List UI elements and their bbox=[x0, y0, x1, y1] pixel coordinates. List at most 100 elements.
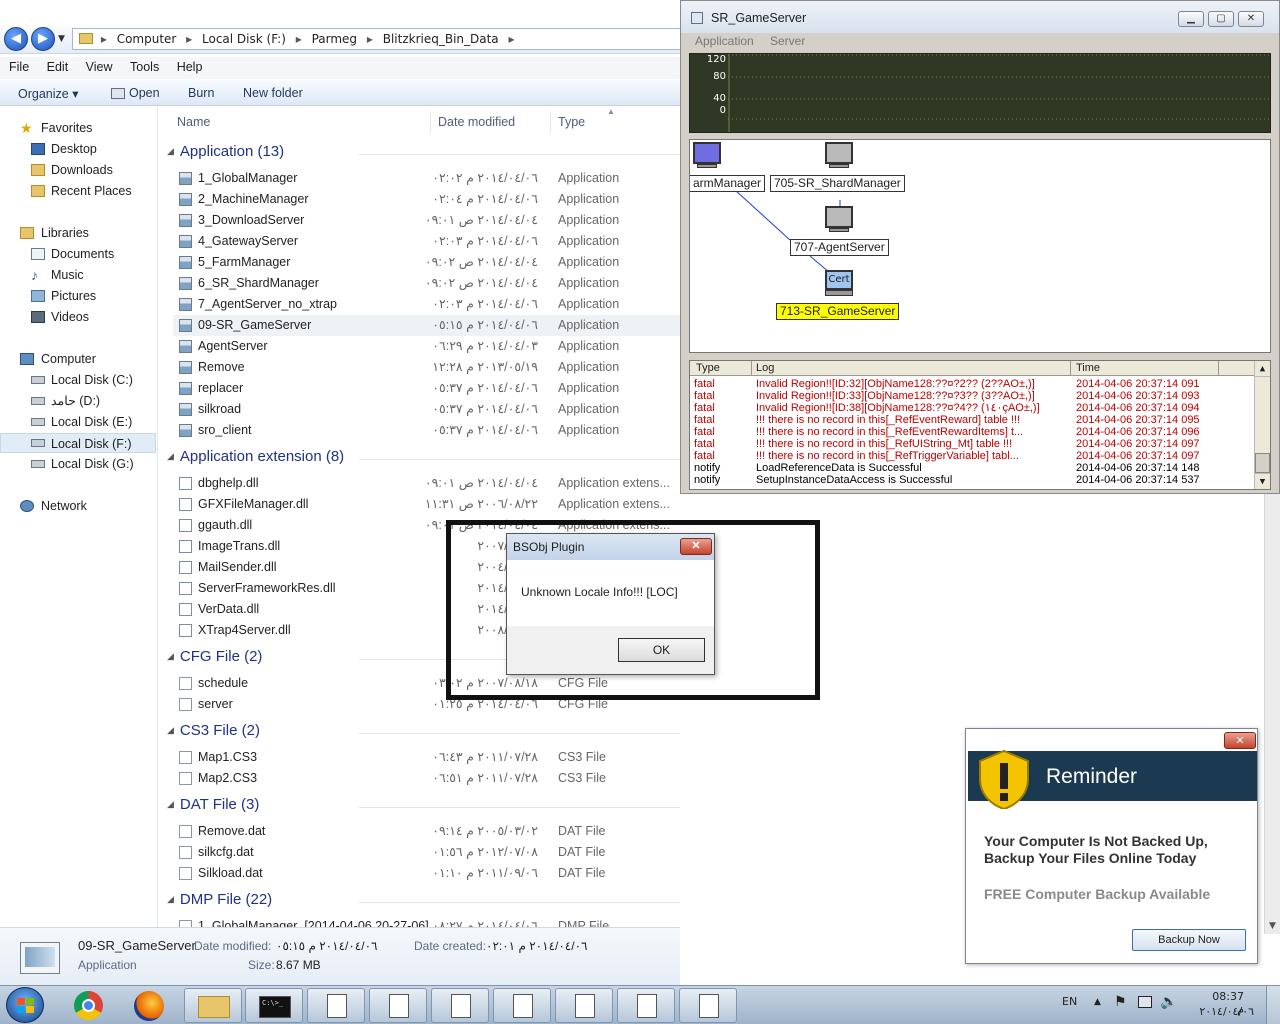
menu-view[interactable]: View bbox=[77, 57, 118, 74]
nav-desktop[interactable]: Desktop bbox=[0, 139, 156, 159]
group-header-app[interactable]: ◢ Application (13) bbox=[167, 143, 284, 163]
open-button[interactable]: Open bbox=[129, 86, 160, 100]
firefox-icon[interactable] bbox=[134, 991, 164, 1021]
nav-disk-c[interactable]: Local Disk (C:) bbox=[0, 370, 156, 390]
nav-downloads[interactable]: Downloads bbox=[0, 160, 156, 180]
file-row[interactable]: GFXFileManager.dll ٢٠٠٦/٠٨/٢٢ ص ١١:٣١ Ap… bbox=[173, 494, 680, 515]
taskbar-server-2[interactable] bbox=[369, 988, 427, 1023]
menu-help[interactable]: Help bbox=[168, 57, 208, 74]
node-farm-manager[interactable]: armManager bbox=[690, 175, 766, 192]
maximize-button[interactable]: ▢ bbox=[1208, 11, 1234, 27]
network-tray-icon[interactable] bbox=[1138, 996, 1152, 1008]
node-shard-manager[interactable]: 705-SR_ShardManager bbox=[770, 175, 905, 192]
start-button[interactable] bbox=[6, 987, 44, 1023]
column-type[interactable]: Type bbox=[558, 115, 585, 129]
show-hidden-icons-icon[interactable]: ▲ bbox=[1094, 997, 1101, 1007]
nav-music[interactable]: ♪ Music bbox=[0, 265, 156, 285]
taskbar-server-5[interactable] bbox=[555, 988, 613, 1023]
log-row[interactable]: notify SetupInstanceDataAccess is Succes… bbox=[690, 474, 1254, 486]
file-row[interactable]: silkroad ٢٠١٤/٠٤/٠٦ م ٠٥:٣٧ Application bbox=[173, 399, 680, 420]
gameserver-titlebar[interactable]: SR_GameServer ▁ ▢ ✕ bbox=[681, 1, 1279, 33]
file-row[interactable]: replacer ٢٠١٤/٠٤/٠٦ م ٠٥:٣٧ Application bbox=[173, 378, 680, 399]
nav-favorites[interactable]: ★ Favorites bbox=[0, 118, 156, 138]
log-row[interactable]: fatal Invalid Region!![ID:32][ObjName128… bbox=[690, 378, 1254, 390]
file-row[interactable]: dbghelp.dll ٢٠١٤/٠٤/٠٤ ص ٠٩:٠١ Applicati… bbox=[173, 473, 680, 494]
collapse-triangle-icon[interactable]: ◢ bbox=[167, 894, 174, 904]
nav-videos[interactable]: Videos bbox=[0, 307, 156, 327]
file-row[interactable]: 1_GlobalManager ٢٠١٤/٠٤/٠٦ م ٠٢:٠٢ Appli… bbox=[173, 168, 680, 189]
scroll-down-icon[interactable]: ▼ bbox=[1265, 918, 1280, 934]
scroll-down-icon[interactable]: ▼ bbox=[1255, 473, 1270, 489]
organize-button[interactable]: Organize ▾ bbox=[18, 86, 78, 101]
nav-computer[interactable]: Computer bbox=[0, 349, 156, 369]
group-header-appext[interactable]: ◢ Application extension (8) bbox=[167, 448, 344, 468]
nav-documents[interactable]: Documents bbox=[0, 244, 156, 264]
language-indicator[interactable]: EN bbox=[1062, 995, 1077, 1008]
log-col-time[interactable]: Time bbox=[1076, 362, 1100, 374]
column-date-modified[interactable]: Date modified bbox=[438, 115, 515, 129]
explorer-scrollbar[interactable]: ▼ bbox=[1264, 494, 1280, 934]
file-row[interactable]: Remove ٢٠١٣/٠٥/١٩ م ١٢:٢٨ Application bbox=[173, 357, 680, 378]
group-header-cs3[interactable]: ◢ CS3 File (2) bbox=[167, 722, 260, 742]
file-row[interactable]: silkcfg.dat ٢٠١٢/٠٧/٠٨ م ٠١:٥٦ DAT File … bbox=[173, 842, 680, 863]
log-row[interactable]: fatal Invalid Region!![ID:33][ObjName128… bbox=[690, 390, 1254, 402]
nav-disk-d[interactable]: حامد (D:) bbox=[0, 391, 156, 411]
scroll-up-icon[interactable]: ▲ bbox=[1255, 361, 1270, 377]
cert-server-pc-icon[interactable]: Cert bbox=[825, 270, 855, 300]
log-row[interactable]: fatal !!! there is no record in this[_Re… bbox=[690, 414, 1254, 426]
dialog-close-button[interactable]: ✕ bbox=[680, 538, 712, 555]
column-name[interactable]: Name bbox=[177, 115, 210, 129]
taskbar-explorer[interactable] bbox=[184, 988, 242, 1023]
chrome-icon[interactable] bbox=[74, 991, 103, 1020]
clock-date[interactable]: ٢٠١٤/٠٤/٠٦ bbox=[1194, 1005, 1254, 1018]
nav-pictures[interactable]: Pictures bbox=[0, 286, 156, 306]
log-col-log[interactable]: Log bbox=[756, 362, 774, 374]
close-button[interactable]: ✕ bbox=[1238, 11, 1264, 27]
taskbar-cmd[interactable]: C:\>_ bbox=[245, 988, 303, 1023]
file-row[interactable]: Map1.CS3 ٢٠١١/٠٧/٢٨ م ٠٦:٤٣ CS3 File 13 … bbox=[173, 747, 680, 768]
file-row[interactable]: Silkload.dat ٢٠١١/٠٩/٠٦ م ٠١:١٠ DAT File… bbox=[173, 863, 680, 884]
taskbar-server-4[interactable] bbox=[493, 988, 551, 1023]
taskbar-server-6[interactable] bbox=[617, 988, 675, 1023]
new-folder-button[interactable]: New folder bbox=[243, 86, 303, 100]
agent-server-pc-icon[interactable] bbox=[825, 206, 855, 236]
group-header-dmp[interactable]: ◢ DMP File (22) bbox=[167, 891, 272, 911]
recent-pages-chevron-icon[interactable]: ▼ bbox=[58, 34, 65, 44]
file-row[interactable]: Remove.dat ٢٠٠٥/٠٣/٠٢ م ٠٩:١٤ DAT File 1… bbox=[173, 821, 680, 842]
nav-recent-places[interactable]: Recent Places bbox=[0, 181, 156, 201]
group-header-dat[interactable]: ◢ DAT File (3) bbox=[167, 796, 259, 816]
file-row[interactable]: Map2.CS3 ٢٠١١/٠٧/٢٨ م ٠٦:٥١ CS3 File 13 … bbox=[173, 768, 680, 789]
node-game-server[interactable]: 713-SR_GameServer bbox=[776, 303, 900, 320]
log-scrollbar[interactable]: ▲ ▼ bbox=[1254, 361, 1270, 489]
node-agent-server[interactable]: 707-AgentServer bbox=[790, 239, 889, 256]
action-center-flag-icon[interactable]: ⚑ bbox=[1114, 994, 1127, 1010]
nav-libraries[interactable]: Libraries bbox=[0, 223, 156, 243]
file-row[interactable]: 4_GatewayServer ٢٠١٤/٠٤/٠٦ م ٠٢:٠٣ Appli… bbox=[173, 231, 680, 252]
nav-disk-e[interactable]: Local Disk (E:) bbox=[0, 412, 156, 432]
taskbar-server-7[interactable] bbox=[679, 988, 737, 1023]
breadcrumb-computer[interactable]: Computer bbox=[117, 32, 177, 46]
breadcrumb-blitzkrieq[interactable]: Blitzkrieq_Bin_Data bbox=[383, 32, 499, 46]
file-row[interactable]: 2_MachineManager ٢٠١٤/٠٤/٠٦ م ٠٢:٠٤ Appl… bbox=[173, 189, 680, 210]
menu-tools[interactable]: Tools bbox=[121, 57, 164, 74]
burn-button[interactable]: Burn bbox=[188, 86, 214, 100]
breadcrumb-parmeg[interactable]: Parmeg bbox=[312, 32, 357, 46]
collapse-triangle-icon[interactable]: ◢ bbox=[167, 799, 174, 809]
file-row[interactable]: 5_FarmManager ٢٠١٤/٠٤/٠٤ ص ٠٩:٠٢ Applica… bbox=[173, 252, 680, 273]
log-row[interactable]: notify LoadReferenceData is Successful 2… bbox=[690, 462, 1254, 474]
log-col-type[interactable]: Type bbox=[696, 362, 720, 374]
menu-application[interactable]: Application bbox=[695, 34, 754, 48]
breadcrumb[interactable]: ▸ Computer ▸ Local Disk (F:) ▸ Parmeg ▸ … bbox=[72, 28, 688, 50]
nav-disk-g[interactable]: Local Disk (G:) bbox=[0, 454, 156, 474]
taskbar-server-3[interactable] bbox=[431, 988, 489, 1023]
file-row[interactable]: 3_DownloadServer ٢٠١٤/٠٤/٠٤ ص ٠٩:٠١ Appl… bbox=[173, 210, 680, 231]
file-row[interactable]: 7_AgentServer_no_xtrap ٢٠١٤/٠٤/٠٦ م ٠٢:٠… bbox=[173, 294, 680, 315]
file-row[interactable]: sro_client ٢٠١٤/٠٤/٠٦ م ٠٥:٣٧ Applicatio… bbox=[173, 420, 680, 441]
dialog-ok-button[interactable]: OK bbox=[618, 638, 705, 662]
breadcrumb-disk-f[interactable]: Local Disk (F:) bbox=[202, 32, 286, 46]
volume-icon[interactable]: 🔈 bbox=[1160, 994, 1177, 1010]
log-row[interactable]: fatal !!! there is no record in this[_Re… bbox=[690, 426, 1254, 438]
log-row[interactable]: fatal !!! there is no record in this[_Re… bbox=[690, 450, 1254, 462]
scroll-thumb[interactable] bbox=[1255, 453, 1270, 473]
file-row[interactable]: 09-SR_GameServer ٢٠١٤/٠٤/٠٦ م ٠٥:١٥ Appl… bbox=[173, 315, 680, 336]
